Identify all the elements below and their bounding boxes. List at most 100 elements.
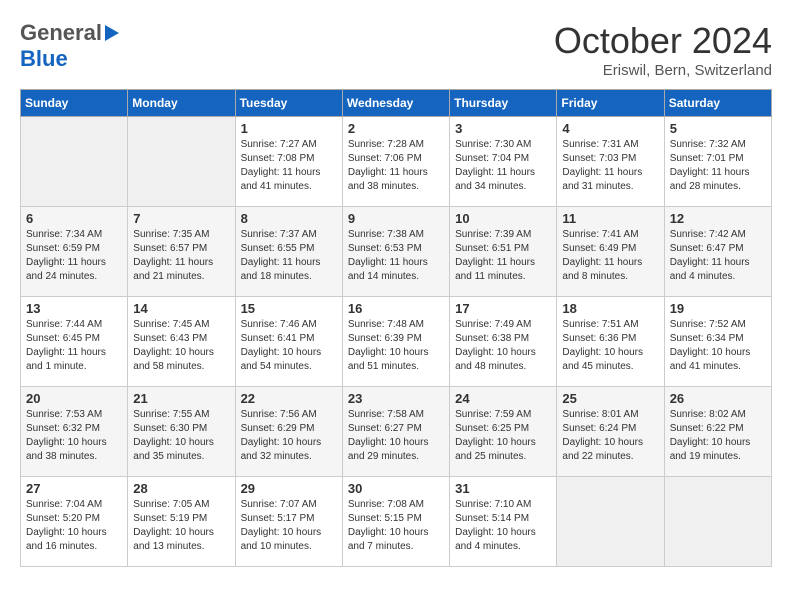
day-number: 7: [133, 211, 229, 226]
cell-details: Sunrise: 7:45 AMSunset: 6:43 PMDaylight:…: [133, 318, 229, 374]
calendar-cell: 8Sunrise: 7:37 AMSunset: 6:55 PMDaylight…: [235, 207, 342, 297]
calendar-cell: 2 Sunrise: 7:28 AMSunset: 7:06 PMDaylight…: [342, 117, 449, 207]
month-title: October 2024: [554, 20, 772, 62]
cell-details: Sunrise: 7:46 AMSunset: 6:41 PMDaylight:…: [241, 318, 337, 374]
calendar-cell: 14 Sunrise: 7:45 AMSunset: 6:43 PMDayligh…: [128, 297, 235, 387]
day-number: 24: [455, 391, 551, 406]
cell-details: Sunrise: 7:52 AMSunset: 6:34 PMDaylight:…: [670, 318, 766, 374]
day-number: 22: [241, 391, 337, 406]
cell-details: Sunrise: 7:27 AMSunset: 7:08 PMDaylight:…: [241, 138, 337, 194]
calendar-cell: 1 Sunrise: 7:27 AMSunset: 7:08 PMDaylight…: [235, 117, 342, 207]
calendar-cell: [21, 117, 128, 207]
calendar-cell: 9Sunrise: 7:38 AMSunset: 6:53 PMDaylight…: [342, 207, 449, 297]
day-number: 31: [455, 481, 551, 496]
page-header: General Blue October 2024 Eriswil, Bern,…: [20, 20, 772, 79]
cell-details: Sunrise: 7:51 AMSunset: 6:36 PMDaylight:…: [562, 318, 658, 374]
day-number: 13: [26, 301, 122, 316]
title-block: October 2024 Eriswil, Bern, Switzerland: [554, 20, 772, 79]
calendar-week-row: 13 Sunrise: 7:44 AMSunset: 6:45 PMDayligh…: [21, 297, 772, 387]
cell-details: Sunrise: 7:08 AMSunset: 5:15 PMDaylight:…: [348, 498, 444, 554]
location-text: Eriswil, Bern, Switzerland: [554, 62, 772, 79]
cell-details: Sunrise: 7:41 AMSunset: 6:49 PMDaylight:…: [562, 228, 658, 284]
calendar-cell: [128, 117, 235, 207]
logo-arrow-icon: [105, 25, 119, 41]
day-number: 26: [670, 391, 766, 406]
logo: General Blue: [20, 20, 119, 72]
day-of-week-header: Saturday: [664, 90, 771, 117]
day-of-week-header: Thursday: [450, 90, 557, 117]
calendar-cell: 6 Sunrise: 7:34 AMSunset: 6:59 PMDaylight…: [21, 207, 128, 297]
calendar-table: SundayMondayTuesdayWednesdayThursdayFrid…: [20, 89, 772, 567]
cell-details: Sunrise: 7:37 AMSunset: 6:55 PMDaylight:…: [241, 228, 337, 284]
day-number: 28: [133, 481, 229, 496]
day-number: 12: [670, 211, 766, 226]
cell-details: Sunrise: 7:10 AMSunset: 5:14 PMDaylight:…: [455, 498, 551, 554]
day-number: 25: [562, 391, 658, 406]
day-number: 14: [133, 301, 229, 316]
calendar-cell: 18 Sunrise: 7:51 AMSunset: 6:36 PMDayligh…: [557, 297, 664, 387]
cell-details: Sunrise: 7:35 AMSunset: 6:57 PMDaylight:…: [133, 228, 229, 284]
day-number: 15: [241, 301, 337, 316]
calendar-cell: 15 Sunrise: 7:46 AMSunset: 6:41 PMDayligh…: [235, 297, 342, 387]
day-number: 10: [455, 211, 551, 226]
cell-details: Sunrise: 7:56 AMSunset: 6:29 PMDaylight:…: [241, 408, 337, 464]
calendar-cell: 24 Sunrise: 7:59 AMSunset: 6:25 PMDayligh…: [450, 387, 557, 477]
day-number: 27: [26, 481, 122, 496]
calendar-week-row: 1 Sunrise: 7:27 AMSunset: 7:08 PMDaylight…: [21, 117, 772, 207]
day-number: 21: [133, 391, 229, 406]
calendar-cell: 7 Sunrise: 7:35 AMSunset: 6:57 PMDaylight…: [128, 207, 235, 297]
cell-details: Sunrise: 7:44 AMSunset: 6:45 PMDaylight:…: [26, 318, 122, 374]
cell-details: Sunrise: 7:05 AMSunset: 5:19 PMDaylight:…: [133, 498, 229, 554]
cell-details: Sunrise: 7:53 AMSunset: 6:32 PMDaylight:…: [26, 408, 122, 464]
day-number: 16: [348, 301, 444, 316]
cell-details: Sunrise: 7:30 AMSunset: 7:04 PMDaylight:…: [455, 138, 551, 194]
calendar-cell: 16Sunrise: 7:48 AMSunset: 6:39 PMDayligh…: [342, 297, 449, 387]
cell-details: Sunrise: 7:59 AMSunset: 6:25 PMDaylight:…: [455, 408, 551, 464]
calendar-cell: 25 Sunrise: 8:01 AMSunset: 6:24 PMDayligh…: [557, 387, 664, 477]
day-number: 2: [348, 121, 444, 136]
calendar-cell: 4Sunrise: 7:31 AMSunset: 7:03 PMDaylight…: [557, 117, 664, 207]
cell-details: Sunrise: 7:28 AMSunset: 7:06 PMDaylight:…: [348, 138, 444, 194]
calendar-week-row: 20 Sunrise: 7:53 AMSunset: 6:32 PMDayligh…: [21, 387, 772, 477]
calendar-cell: [557, 477, 664, 567]
day-number: 18: [562, 301, 658, 316]
cell-details: Sunrise: 7:39 AMSunset: 6:51 PMDaylight:…: [455, 228, 551, 284]
day-number: 23: [348, 391, 444, 406]
day-of-week-header: Monday: [128, 90, 235, 117]
calendar-week-row: 27 Sunrise: 7:04 AMSunset: 5:20 PMDayligh…: [21, 477, 772, 567]
day-of-week-header: Tuesday: [235, 90, 342, 117]
header-row: SundayMondayTuesdayWednesdayThursdayFrid…: [21, 90, 772, 117]
day-number: 20: [26, 391, 122, 406]
calendar-cell: 19 Sunrise: 7:52 AMSunset: 6:34 PMDayligh…: [664, 297, 771, 387]
calendar-cell: 22 Sunrise: 7:56 AMSunset: 6:29 PMDayligh…: [235, 387, 342, 477]
calendar-cell: 31 Sunrise: 7:10 AMSunset: 5:14 PMDayligh…: [450, 477, 557, 567]
cell-details: Sunrise: 8:01 AMSunset: 6:24 PMDaylight:…: [562, 408, 658, 464]
day-number: 17: [455, 301, 551, 316]
cell-details: Sunrise: 7:55 AMSunset: 6:30 PMDaylight:…: [133, 408, 229, 464]
calendar-cell: 10 Sunrise: 7:39 AMSunset: 6:51 PMDayligh…: [450, 207, 557, 297]
calendar-cell: 27 Sunrise: 7:04 AMSunset: 5:20 PMDayligh…: [21, 477, 128, 567]
day-number: 6: [26, 211, 122, 226]
cell-details: Sunrise: 7:04 AMSunset: 5:20 PMDaylight:…: [26, 498, 122, 554]
cell-details: Sunrise: 7:49 AMSunset: 6:38 PMDaylight:…: [455, 318, 551, 374]
calendar-cell: 26 Sunrise: 8:02 AMSunset: 6:22 PMDayligh…: [664, 387, 771, 477]
cell-details: Sunrise: 7:07 AMSunset: 5:17 PMDaylight:…: [241, 498, 337, 554]
cell-details: Sunrise: 7:38 AMSunset: 6:53 PMDaylight:…: [348, 228, 444, 284]
calendar-cell: [664, 477, 771, 567]
day-number: 1: [241, 121, 337, 136]
day-number: 29: [241, 481, 337, 496]
day-number: 3: [455, 121, 551, 136]
day-number: 19: [670, 301, 766, 316]
day-of-week-header: Wednesday: [342, 90, 449, 117]
cell-details: Sunrise: 7:32 AMSunset: 7:01 PMDaylight:…: [670, 138, 766, 194]
cell-details: Sunrise: 8:02 AMSunset: 6:22 PMDaylight:…: [670, 408, 766, 464]
cell-details: Sunrise: 7:34 AMSunset: 6:59 PMDaylight:…: [26, 228, 122, 284]
calendar-cell: 17 Sunrise: 7:49 AMSunset: 6:38 PMDayligh…: [450, 297, 557, 387]
cell-details: Sunrise: 7:58 AMSunset: 6:27 PMDaylight:…: [348, 408, 444, 464]
calendar-cell: 12Sunrise: 7:42 AMSunset: 6:47 PMDayligh…: [664, 207, 771, 297]
calendar-cell: 13 Sunrise: 7:44 AMSunset: 6:45 PMDayligh…: [21, 297, 128, 387]
logo-general-text: General: [20, 20, 102, 46]
day-of-week-header: Friday: [557, 90, 664, 117]
calendar-cell: 29 Sunrise: 7:07 AMSunset: 5:17 PMDayligh…: [235, 477, 342, 567]
day-of-week-header: Sunday: [21, 90, 128, 117]
